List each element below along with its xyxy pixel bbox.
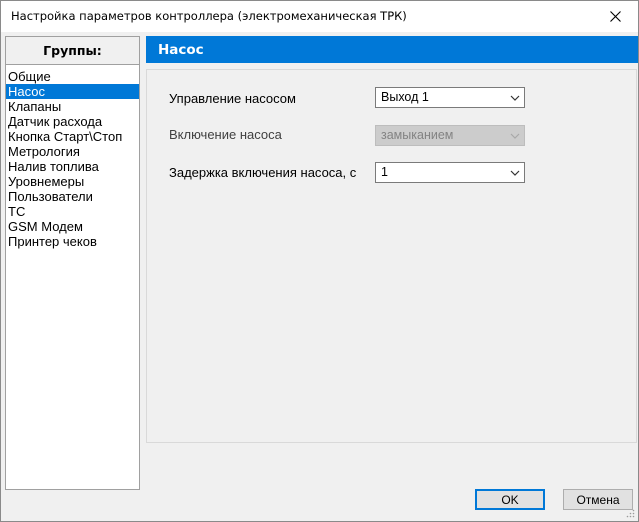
ok-button[interactable]: OK: [475, 489, 545, 510]
groups-panel: Группы: Общие Насос Клапаны Датчик расхо…: [5, 36, 140, 490]
close-button[interactable]: [592, 1, 638, 32]
pump-delay-value: 1: [381, 165, 388, 179]
pump-control-value: Выход 1: [381, 90, 429, 104]
section-title: Насос: [146, 36, 638, 63]
pump-control-select[interactable]: Выход 1: [375, 87, 525, 108]
group-item-fuel-dispensing[interactable]: Налив топлива: [6, 159, 139, 174]
group-item-users[interactable]: Пользователи: [6, 189, 139, 204]
title-bar[interactable]: Настройка параметров контроллера (электр…: [1, 1, 638, 32]
chevron-down-icon: [510, 170, 520, 176]
close-icon: [609, 11, 621, 22]
window-title: Настройка параметров контроллера (электр…: [11, 9, 407, 23]
resize-grip-icon[interactable]: [625, 508, 635, 518]
pump-activation-value: замыканием: [381, 128, 454, 142]
pump-control-label: Управление насосом: [169, 91, 296, 106]
cancel-button[interactable]: Отмена: [563, 489, 633, 510]
group-item-valves[interactable]: Клапаны: [6, 99, 139, 114]
pump-activation-label: Включение насоса: [169, 127, 282, 142]
group-item-gsm-modem[interactable]: GSM Модем: [6, 219, 139, 234]
settings-panel: Управление насосом Выход 1 Включение нас…: [146, 69, 637, 443]
group-item-metrology[interactable]: Метрология: [6, 144, 139, 159]
group-item-general[interactable]: Общие: [6, 69, 139, 84]
group-item-pump[interactable]: Насос: [6, 84, 139, 99]
pump-activation-select: замыканием: [375, 125, 525, 146]
group-item-ts[interactable]: ТС: [6, 204, 139, 219]
group-item-flow-sensor[interactable]: Датчик расхода: [6, 114, 139, 129]
pump-delay-label: Задержка включения насоса, с: [169, 165, 357, 180]
settings-dialog: Настройка параметров контроллера (электр…: [0, 0, 639, 522]
group-item-level-gauges[interactable]: Уровнемеры: [6, 174, 139, 189]
chevron-down-icon: [510, 95, 520, 101]
group-item-start-stop-button[interactable]: Кнопка Старт\Стоп: [6, 129, 139, 144]
groups-list[interactable]: Общие Насос Клапаны Датчик расхода Кнопк…: [6, 65, 139, 249]
groups-header: Группы:: [6, 37, 139, 65]
group-item-receipt-printer[interactable]: Принтер чеков: [6, 234, 139, 249]
chevron-down-icon: [510, 133, 520, 139]
pump-delay-select[interactable]: 1: [375, 162, 525, 183]
